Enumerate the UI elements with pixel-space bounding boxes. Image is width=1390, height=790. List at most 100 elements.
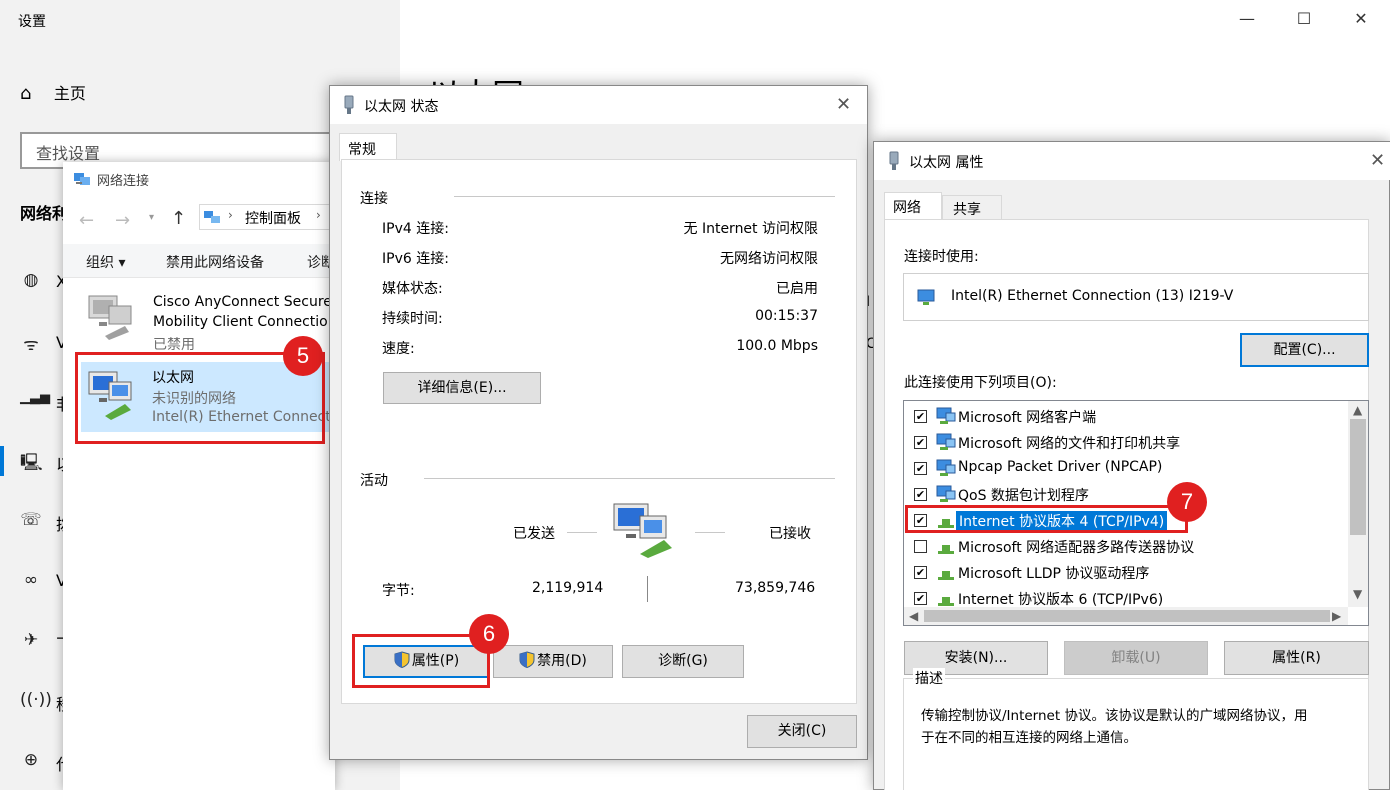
list-item[interactable]: Microsoft 网络适配器多路传送器协议 bbox=[914, 535, 1344, 561]
signal-icon[interactable]: ▁▃▅ bbox=[20, 390, 50, 412]
step-badge-5: 5 bbox=[283, 336, 323, 376]
scroll-down-icon[interactable]: ▼ bbox=[1353, 587, 1362, 601]
hotspot-icon[interactable]: ((·)) bbox=[20, 690, 52, 712]
item-status: 已禁用 bbox=[153, 337, 195, 353]
globe-icon[interactable]: ◍ bbox=[20, 270, 42, 292]
list-item[interactable]: ✔ Microsoft 网络的文件和打印机共享 bbox=[914, 431, 1344, 457]
minimize-icon[interactable]: — bbox=[1236, 8, 1258, 30]
search-placeholder: 查找设置 bbox=[36, 144, 101, 163]
description-label: 描述 bbox=[913, 668, 945, 688]
dialog-title: 以太网 状态 bbox=[364, 99, 439, 115]
active-nav-indicator bbox=[0, 446, 4, 476]
forward-arrow-icon[interactable]: → bbox=[115, 210, 130, 231]
ethernet-icon[interactable]: 🖳 bbox=[20, 450, 43, 473]
scroll-left-icon[interactable]: ◀ bbox=[909, 609, 918, 623]
list-item[interactable]: ✔ Npcap Packet Driver (NPCAP) bbox=[914, 457, 1344, 483]
home-icon: ⌂ bbox=[20, 83, 32, 104]
row-value: 00:15:37 bbox=[755, 308, 818, 324]
checkbox[interactable]: ✔ bbox=[914, 566, 927, 579]
disable-button[interactable]: 禁用(D) bbox=[493, 645, 613, 678]
item-label: QoS 数据包计划程序 bbox=[958, 488, 1089, 504]
checkbox[interactable]: ✔ bbox=[914, 436, 927, 449]
back-arrow-icon[interactable]: ← bbox=[79, 210, 94, 231]
tab-sharing[interactable]: 共享 bbox=[942, 195, 1002, 220]
checkbox[interactable]: ✔ bbox=[914, 462, 927, 475]
checkbox[interactable] bbox=[914, 540, 927, 553]
scroll-right-icon[interactable]: ▶ bbox=[1332, 609, 1341, 623]
item-label: Internet 协议版本 6 (TCP/IPv6) bbox=[958, 592, 1164, 608]
checkbox[interactable]: ✔ bbox=[914, 592, 927, 605]
scroll-thumb[interactable] bbox=[1350, 419, 1366, 535]
recent-dropdown-icon[interactable]: ▾ bbox=[149, 212, 154, 223]
connection-details: IPv4 连接: 无 Internet 访问权限 IPv6 连接: 无网络访问权… bbox=[382, 218, 818, 368]
protocol-icon bbox=[938, 571, 954, 580]
airplane-icon[interactable]: ✈ bbox=[20, 630, 42, 652]
up-arrow-icon[interactable]: ↑ bbox=[171, 208, 186, 229]
item-name-line1: Cisco AnyConnect Secure bbox=[153, 294, 332, 310]
tab-general[interactable]: 常规 bbox=[339, 133, 397, 161]
horizontal-scrollbar[interactable]: ◀ ▶ bbox=[904, 607, 1348, 625]
adapter-name: Intel(R) Ethernet Connection (13) I219-V bbox=[951, 288, 1234, 304]
breadcrumb-separator-icon: › bbox=[316, 208, 321, 222]
step-badge-7: 7 bbox=[1167, 482, 1207, 522]
sent-line bbox=[567, 532, 597, 533]
ethernet-plug-icon bbox=[887, 151, 901, 171]
received-label: 已接收 bbox=[769, 526, 811, 542]
checkbox[interactable]: ✔ bbox=[914, 410, 927, 423]
close-icon[interactable]: ✕ bbox=[1370, 150, 1385, 171]
list-item[interactable]: ✔ Microsoft 网络客户端 bbox=[914, 405, 1344, 431]
item-properties-button[interactable]: 属性(R) bbox=[1224, 641, 1369, 675]
dialog-title: 以太网 属性 bbox=[909, 155, 984, 171]
bytes-label: 字节: bbox=[382, 583, 415, 599]
ethernet-plug-icon bbox=[342, 95, 356, 115]
uninstall-button: 卸载(U) bbox=[1064, 641, 1208, 675]
items-label: 此连接使用下列项目(O): bbox=[904, 375, 1057, 391]
row-value: 100.0 Mbps bbox=[736, 338, 818, 354]
network-activity-icon bbox=[610, 500, 680, 560]
row-label: 持续时间: bbox=[382, 311, 443, 327]
step-badge-6: 6 bbox=[469, 614, 509, 654]
group-label-connection: 连接 bbox=[360, 191, 388, 207]
details-button[interactable]: 详细信息(E)... bbox=[383, 372, 541, 404]
configure-button[interactable]: 配置(C)... bbox=[1240, 333, 1369, 367]
item-label: Microsoft 网络适配器多路传送器协议 bbox=[958, 540, 1195, 556]
received-line bbox=[695, 532, 725, 533]
qos-icon bbox=[936, 485, 956, 502]
close-icon[interactable]: ✕ bbox=[1350, 8, 1372, 30]
scroll-up-icon[interactable]: ▲ bbox=[1353, 403, 1362, 417]
description-text-line2: 于在不同的相互连接的网络上通信。 bbox=[921, 730, 1137, 746]
connect-using-label: 连接时使用: bbox=[904, 249, 979, 265]
disable-device-button[interactable]: 禁用此网络设备 bbox=[166, 252, 264, 272]
group-divider bbox=[424, 478, 835, 479]
dialup-icon[interactable]: ☏ bbox=[20, 510, 42, 532]
maximize-icon[interactable]: ☐ bbox=[1293, 8, 1315, 30]
checkbox[interactable]: ✔ bbox=[914, 488, 927, 501]
dialog-titlebar: 以太网 状态 ✕ bbox=[330, 86, 867, 124]
scroll-thumb[interactable] bbox=[924, 610, 1330, 622]
vpn-icon[interactable]: ∞ bbox=[20, 570, 42, 592]
organize-menu[interactable]: 组织 ▾ bbox=[86, 252, 125, 272]
close-button[interactable]: 关闭(C) bbox=[747, 715, 857, 748]
highlight-box-step7 bbox=[905, 505, 1188, 533]
ethernet-properties-dialog: 以太网 属性 ✕ 网络 共享 连接时使用: Intel(R) Ethernet … bbox=[873, 141, 1390, 790]
protocol-icon bbox=[938, 545, 954, 554]
close-icon[interactable]: ✕ bbox=[836, 94, 851, 115]
item-label: Npcap Packet Driver (NPCAP) bbox=[958, 459, 1163, 475]
proxy-globe-icon[interactable]: ⊕ bbox=[20, 750, 42, 772]
settings-home-link[interactable]: ⌂ 主页 bbox=[20, 80, 86, 104]
toolbar: 组织 ▾ 禁用此网络设备 诊断 bbox=[63, 244, 335, 278]
item-name-line2: Mobility Client Connection bbox=[153, 314, 337, 330]
row-label: 速度: bbox=[382, 341, 415, 357]
file-share-icon bbox=[936, 433, 956, 450]
breadcrumb-control-panel[interactable]: 控制面板 bbox=[245, 208, 301, 228]
wifi-icon[interactable]: ᯤ bbox=[20, 332, 42, 355]
row-value: 无 Internet 访问权限 bbox=[683, 221, 819, 237]
vertical-scrollbar[interactable]: ▲ ▼ bbox=[1348, 401, 1368, 607]
settings-window-title: 设置 bbox=[18, 14, 46, 30]
tab-networking[interactable]: 网络 bbox=[884, 192, 942, 220]
group-divider bbox=[454, 196, 835, 197]
protocol-icon bbox=[938, 597, 954, 606]
list-item[interactable]: ✔ Microsoft LLDP 协议驱动程序 bbox=[914, 561, 1344, 587]
control-panel-icon bbox=[203, 209, 221, 225]
diagnose-button[interactable]: 诊断(G) bbox=[622, 645, 744, 678]
